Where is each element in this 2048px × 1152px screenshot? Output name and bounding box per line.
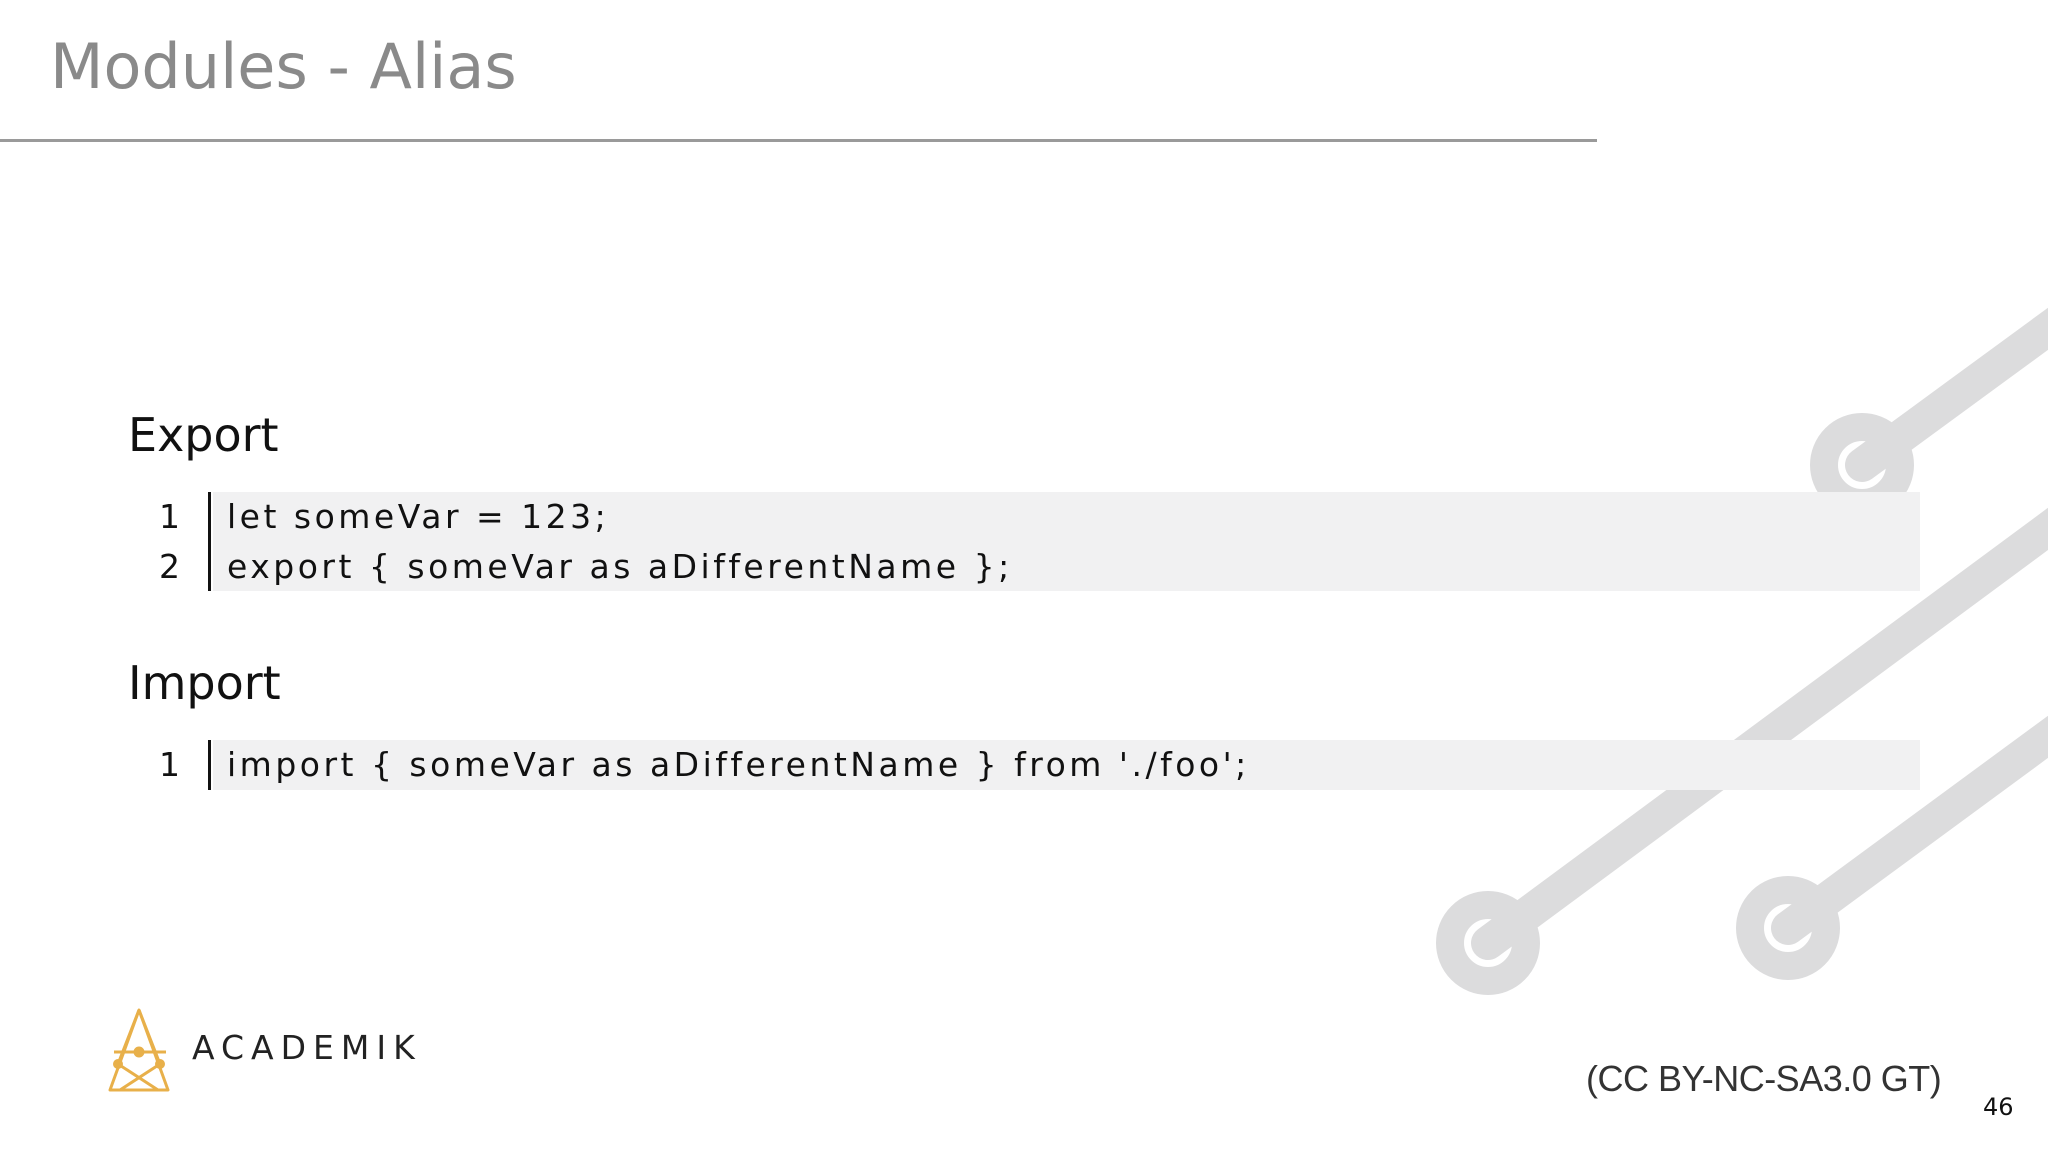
export-code-block: 1 let someVar = 123; 2 export { someVar … <box>140 492 1920 591</box>
line-number: 1 <box>159 745 180 784</box>
code-line: 1 let someVar = 123; <box>140 492 1920 542</box>
code-line: 1 import { someVar as aDifferentName } f… <box>140 740 1920 790</box>
code-text: import { someVar as aDifferentName } fro… <box>213 740 1920 790</box>
code-line: 2 export { someVar as aDifferentName }; <box>140 541 1920 591</box>
academik-logo-icon <box>108 1008 170 1092</box>
title-divider <box>0 139 1597 142</box>
import-code-block: 1 import { someVar as aDifferentName } f… <box>140 740 1920 790</box>
line-number: 1 <box>159 497 180 536</box>
export-heading: Export <box>128 408 279 462</box>
line-number: 2 <box>159 546 180 586</box>
import-heading: Import <box>128 656 281 710</box>
code-text: export { someVar as aDifferentName }; <box>213 541 1920 591</box>
gutter-bar <box>208 740 211 790</box>
code-text: let someVar = 123; <box>213 492 1920 542</box>
slide-title: Modules - Alias <box>50 30 517 103</box>
license-label: (CC BY-NC-SA3.0 GT) <box>1586 1058 1942 1099</box>
academik-wordmark: ACADEMIK <box>192 1028 422 1067</box>
page-number: 46 <box>1983 1093 2014 1121</box>
gutter-bar <box>208 492 211 542</box>
gutter-bar <box>208 541 211 591</box>
